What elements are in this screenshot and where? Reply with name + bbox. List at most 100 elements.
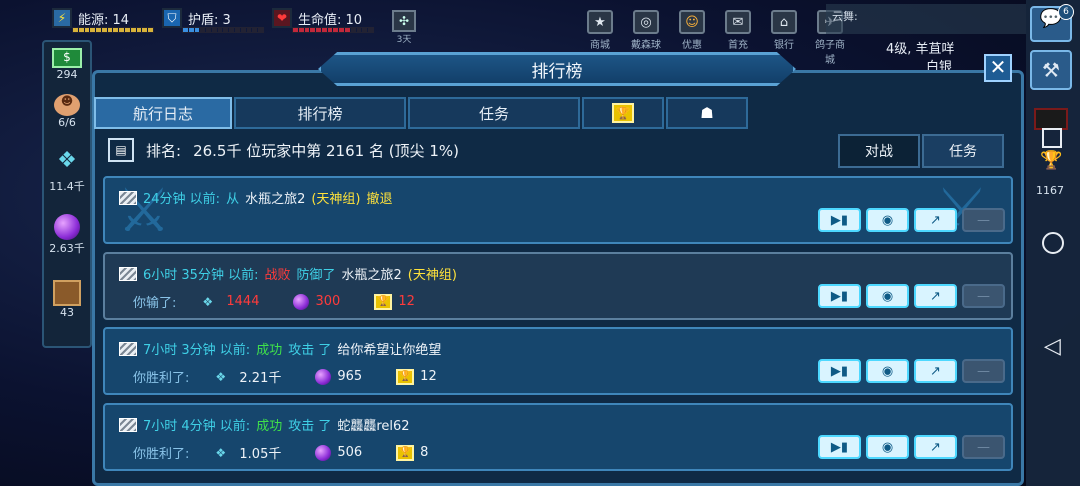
battle-filter-button[interactable]: 对战 xyxy=(838,134,920,168)
robot-icon: ☗ xyxy=(700,104,714,122)
hammer-button[interactable]: ⚒ xyxy=(1030,50,1072,90)
entry-actions: ▶▮ ◉ ↗ — xyxy=(818,359,1005,383)
video-icon: ▶▮ xyxy=(830,288,849,304)
replay-button[interactable]: ▶▮ xyxy=(818,435,861,459)
bank-icon: ⌂ xyxy=(771,10,797,34)
shield-label: 护盾: 3 xyxy=(188,12,231,28)
replay-button[interactable]: ▶▮ xyxy=(818,359,861,383)
crystal-icon: ❖ xyxy=(202,294,214,309)
trophies-won: 8 xyxy=(420,445,429,460)
eye-icon: ◉ xyxy=(881,439,894,455)
life-status: ❤ 生命值: 10 xyxy=(272,8,362,28)
orbs-lost: 300 xyxy=(315,294,341,309)
view-button[interactable]: ◉ xyxy=(866,359,909,383)
energy-label: 能源: 14 xyxy=(78,12,130,28)
score-value: 1167 xyxy=(1036,184,1064,197)
share-button[interactable]: ↗ xyxy=(914,359,957,383)
top-status-bar: ⚡ 能源: 14 ⛉ 护盾: 3 ❤ 生命值: 10 ✣ 3天 ★ 商城 ◎ 戴森球… xyxy=(0,0,1080,66)
sphere-icon: ◎ xyxy=(633,10,659,34)
trophies-lost: 12 xyxy=(398,294,415,309)
box-resource: 43 xyxy=(44,280,90,319)
shield-status: ⛉ 护盾: 3 xyxy=(162,8,231,28)
share-icon: ↗ xyxy=(930,363,941,379)
nav-shop-label: 商城 xyxy=(590,40,610,51)
view-button[interactable]: ◉ xyxy=(866,435,909,459)
trophy-icon: 🏆 xyxy=(396,368,415,385)
eye-icon: ◉ xyxy=(881,212,894,228)
log-entry: 7小时 4分钟 以前: 成功 攻击 了 蛇龘龘rel62 你胜利了: ❖ 1.0… xyxy=(103,403,1013,471)
chat-button[interactable]: 💬 6 xyxy=(1030,4,1074,42)
nav-bank-label: 银行 xyxy=(774,40,794,51)
view-button[interactable]: ◉ xyxy=(866,284,909,308)
orb-icon xyxy=(54,214,80,240)
credits-value: 294 xyxy=(56,68,78,81)
replay-button[interactable]: ▶▮ xyxy=(818,208,861,232)
chat-preview[interactable]: 云舞: xyxy=(826,4,1026,34)
days-indicator[interactable]: ✣ 3天 xyxy=(390,10,418,45)
home-button[interactable] xyxy=(1042,232,1064,254)
days-label: 3天 xyxy=(396,35,412,45)
tab-leaderboard[interactable]: 排行榜 xyxy=(234,97,406,129)
task-filter-button[interactable]: 任务 xyxy=(922,134,1004,168)
tab-robot[interactable]: ☗ xyxy=(666,97,748,129)
close-icon: ✕ xyxy=(989,55,1007,79)
entry-status: 成功 xyxy=(256,343,283,358)
entry-verb: 攻击 了 xyxy=(288,343,332,358)
close-button[interactable]: ✕ xyxy=(984,54,1012,82)
share-icon: ↗ xyxy=(930,212,941,228)
attack-button[interactable]: — xyxy=(962,435,1005,459)
entry-result: 你输了: ❖ 1444 300 🏆 12 xyxy=(133,292,415,311)
share-button[interactable]: ↗ xyxy=(914,208,957,232)
entry-verb: 攻击 了 xyxy=(288,419,332,434)
view-button[interactable]: ◉ xyxy=(866,208,909,232)
orb-icon xyxy=(315,368,332,385)
gems-value: 11.4千 xyxy=(49,180,85,193)
entry-actions: ▶▮ ◉ ↗ — xyxy=(818,284,1005,308)
entry-group: (天神组) xyxy=(311,192,361,207)
crew-icon: ☻ xyxy=(54,94,80,116)
crew-resource: ☻ 6/6 xyxy=(44,94,90,129)
sword-icon: — xyxy=(977,439,990,455)
crew-value: 6/6 xyxy=(58,116,76,129)
rank-text: 26.5千 位玩家中第 2161 名 (顶尖 1%) xyxy=(193,141,459,160)
orb-resource: 2.63千 xyxy=(44,214,90,256)
attack-button[interactable]: — xyxy=(962,284,1005,308)
log-entry: 6小时 35分钟 以前: 战败 防御了 水瓶之旅2 (天神组) 你输了: ❖ 1… xyxy=(103,252,1013,320)
back-button[interactable]: ◁ xyxy=(1044,334,1061,359)
nav-dyson-label: 戴森球 xyxy=(631,40,661,51)
hammer-icon: ⚒ xyxy=(1042,58,1060,82)
heart-icon: ❤ xyxy=(272,8,292,28)
share-icon: ↗ xyxy=(930,439,941,455)
crystal-icon: ❖ xyxy=(215,369,227,384)
lightning-icon: ⚡ xyxy=(52,8,72,28)
tab-voyage-log[interactable]: 航行日志 xyxy=(94,97,232,129)
gems-lost: 1444 xyxy=(226,294,260,309)
log-row-icon xyxy=(119,417,137,432)
attack-button[interactable]: — xyxy=(962,208,1005,232)
player-level: 4级, 羊苴咩 xyxy=(886,42,955,57)
log-entry: 7小时 3分钟 以前: 成功 攻击 了 给你希望让你绝望 你胜利了: ❖ 2.2… xyxy=(103,327,1013,395)
recent-apps-button[interactable] xyxy=(1042,128,1062,148)
tab-missions[interactable]: 任务 xyxy=(408,97,580,129)
entry-result: 你胜利了: ❖ 2.21千 965 🏆 12 xyxy=(133,367,437,386)
result-label: 你输了: xyxy=(133,296,177,311)
entry-status: 战败 xyxy=(264,268,291,283)
replay-button[interactable]: ▶▮ xyxy=(818,284,861,308)
boxes-value: 43 xyxy=(60,306,74,319)
sword-icon: — xyxy=(977,288,990,304)
log-icon: ▤ xyxy=(108,138,134,162)
eye-icon: ◉ xyxy=(881,288,894,304)
tab-trophies[interactable]: 🏆 xyxy=(582,97,664,129)
life-label: 生命值: 10 xyxy=(298,12,363,28)
entry-group: (天神组) xyxy=(407,268,457,283)
share-button[interactable]: ↗ xyxy=(914,435,957,459)
video-icon: ▶▮ xyxy=(830,363,849,379)
sword-icon: ⚔ xyxy=(117,176,171,246)
entry-line: 6小时 35分钟 以前: 战败 防御了 水瓶之旅2 (天神组) xyxy=(119,264,457,283)
cash-resource: $ 294 xyxy=(44,48,90,81)
attack-button[interactable]: — xyxy=(962,359,1005,383)
share-icon: ↗ xyxy=(930,288,941,304)
log-row-icon xyxy=(119,190,137,205)
share-button[interactable]: ↗ xyxy=(914,284,957,308)
log-entry: ⚔ ⚔ 24分钟 以前: 从 水瓶之旅2 (天神组) 撤退 ▶▮ ◉ ↗ — xyxy=(103,176,1013,246)
